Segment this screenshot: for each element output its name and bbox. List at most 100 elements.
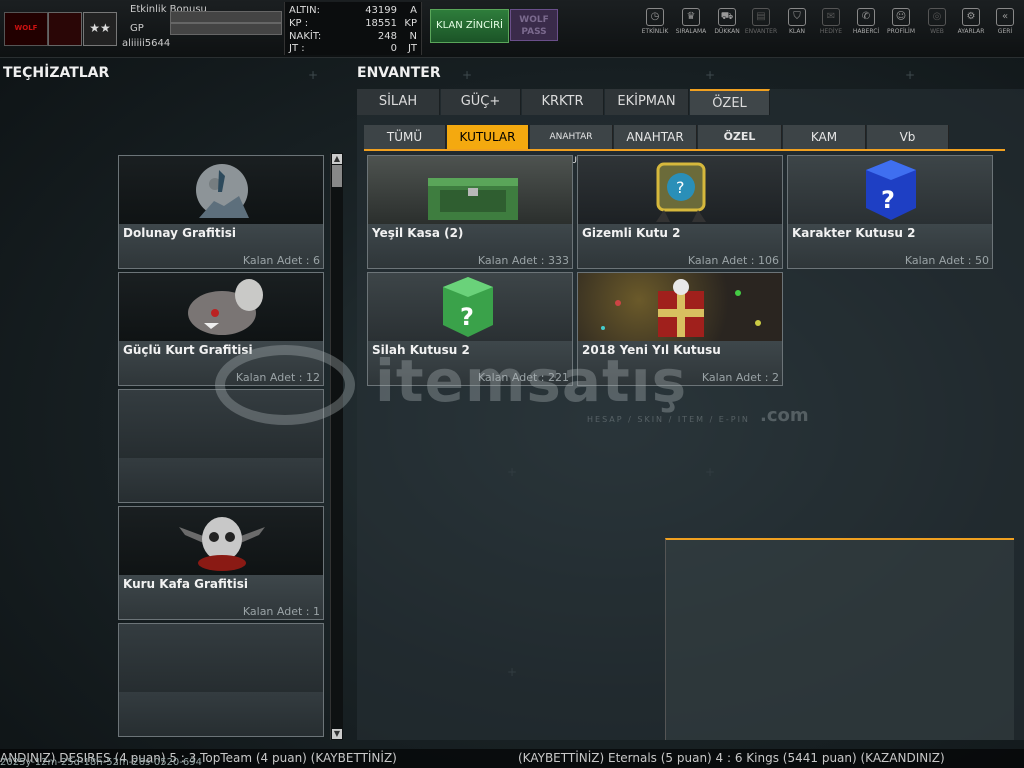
currency-value: 18551 (365, 18, 397, 29)
decor-plus: + (905, 68, 916, 82)
watermark-logo: itemsatış .com HESAP / SKIN / ITEM / E-P… (215, 345, 815, 435)
subtab-kutular[interactable]: KUTULAR (447, 125, 529, 149)
decor-plus: + (308, 68, 319, 82)
equipment-scrollbar[interactable]: ▲ ▼ (330, 153, 343, 740)
currency-value: 0 (390, 43, 397, 54)
equipment-card-empty[interactable] (118, 623, 324, 737)
subtab-tumu[interactable]: TÜMÜ (364, 125, 446, 149)
scroll-up-icon[interactable]: ▲ (332, 154, 342, 164)
scroll-thumb[interactable] (332, 165, 342, 187)
tab-silah[interactable]: SİLAH (357, 89, 440, 115)
currency-panel: ALTIN: 43199 A KP : 18551 KP NAKİT: 248 … (284, 2, 422, 55)
nav-label: ENVANTER (744, 28, 778, 35)
nav-label: DÜKKAN (714, 28, 740, 35)
wolf-graffiti-image (188, 279, 263, 335)
nav-dukkan[interactable]: ⛟ DÜKKAN (710, 8, 744, 35)
currency-unit: JT (407, 43, 417, 54)
nav-etkinlik[interactable]: ◷ ETKİNLİK (638, 8, 672, 35)
gp-bar (170, 23, 282, 35)
watermark-tld: .com (760, 405, 809, 426)
nav-klan[interactable]: ⛉ KLAN (780, 8, 814, 35)
megaphone-icon: ✆ (857, 8, 875, 26)
currency-value: 248 (377, 31, 397, 42)
cart-icon: ⛟ (718, 8, 736, 26)
equipment-card[interactable]: Kuru Kafa Grafitisi Kalan Adet : 1 (118, 506, 324, 620)
svg-text:?: ? (460, 303, 474, 331)
currency-label: KP : (289, 18, 309, 29)
game-logo: WOLF (4, 12, 48, 46)
nav-label: KLAN (788, 28, 805, 35)
nav-siralama[interactable]: ♛ SIRALAMA (674, 8, 708, 35)
scroll-down-icon[interactable]: ▼ (332, 729, 342, 739)
watermark-tagline: HESAP / SKIN / ITEM / E-PIN (587, 415, 750, 424)
nav-label: WEB (930, 28, 944, 35)
graffiti-preview (119, 156, 323, 224)
nav-hediye[interactable]: ✉ HEDİYE (814, 8, 848, 35)
nav-haberci[interactable]: ✆ HABERCİ (849, 8, 883, 35)
shield-icon: ⛉ (788, 8, 806, 26)
gp-label: GP (130, 23, 144, 34)
nav-web[interactable]: ◎ WEB (920, 8, 954, 35)
wolf-pass-button[interactable]: WOLF PASS (510, 9, 558, 41)
username: aliiiii5644 (122, 38, 171, 49)
card-footer (119, 458, 323, 502)
nav-ayarlar[interactable]: ⚙ AYARLAR (954, 8, 988, 35)
decor-plus: + (705, 68, 716, 82)
item-name: Karakter Kutusu 2 (792, 226, 916, 240)
subtab-underline (364, 149, 1005, 151)
medal-icon: ♛ (682, 8, 700, 26)
item-detail-panel (665, 538, 1014, 740)
inventory-icon: ▤ (752, 8, 770, 26)
currency-row-altin: ALTIN: 43199 A (287, 5, 419, 18)
nav-label: HABERCİ (852, 28, 880, 35)
tab-guc[interactable]: GÜÇ+ (441, 89, 521, 115)
weapon-box-image: ? (443, 277, 493, 337)
item-preview: ? (368, 273, 572, 341)
character-box-image: ? (866, 160, 916, 220)
gift-icon: ✉ (822, 8, 840, 26)
equipment-card[interactable]: Dolunay Grafitisi Kalan Adet : 6 (118, 155, 324, 269)
item-preview (578, 273, 782, 341)
skull-graffiti-image (179, 517, 265, 571)
nav-label: SIRALAMA (675, 28, 707, 35)
svg-text:?: ? (881, 186, 895, 214)
watermark-brand: itemsatış (375, 347, 688, 415)
nav-label: AYARLAR (957, 28, 985, 35)
klan-zinciri-button[interactable]: KLAN ZİNCİRİ (430, 9, 509, 43)
tab-krktr[interactable]: KRKTR (522, 89, 604, 115)
equipment-title: TEÇHİZATLAR (3, 65, 110, 81)
tab-ekipman[interactable]: EKİPMAN (605, 89, 689, 115)
new-year-gift-image (601, 279, 761, 337)
nav-label: PROFİLİM (886, 28, 916, 35)
globe-icon: ◎ (928, 8, 946, 26)
moon-wolf-image (196, 164, 249, 218)
clan-emblem[interactable] (48, 12, 82, 46)
subtab-ozel-esyalar[interactable]: ÖZEL EŞYALAR (698, 125, 782, 167)
tab-ozel[interactable]: ÖZEL (690, 89, 770, 115)
item-name: Yeşil Kasa (2) (372, 226, 464, 240)
item-count: Kalan Adet : 333 (477, 254, 569, 267)
nav-label: HEDİYE (819, 28, 843, 35)
equipment-count: Kalan Adet : 6 (242, 254, 320, 267)
currency-value: 43199 (365, 5, 397, 16)
subtab-anahtar[interactable]: ANAHTAR (614, 125, 697, 149)
equipment-name: Kuru Kafa Grafitisi (123, 577, 249, 591)
empty-slot (119, 624, 323, 692)
item-card[interactable]: Yeşil Kasa (2) Kalan Adet : 333 (367, 155, 573, 269)
subtab-vb[interactable]: Vb (867, 125, 949, 149)
currency-label: ALTIN: (289, 5, 320, 16)
item-count: Kalan Adet : 50 (904, 254, 989, 267)
svg-text:?: ? (676, 178, 685, 197)
rank-icon: ★★ (83, 12, 117, 46)
mystery-box-image: ? (656, 162, 706, 222)
nav-label: ETKİNLİK (641, 28, 669, 35)
item-card[interactable]: ? Gizemli Kutu 2 Kalan Adet : 106 (577, 155, 783, 269)
subtab-anahtar-kutusu[interactable]: ANAHTAR KUTUSU (530, 125, 613, 166)
item-card[interactable]: ? Karakter Kutusu 2 Kalan Adet : 50 (787, 155, 993, 269)
nav-envanter[interactable]: ▤ ENVANTER (744, 8, 778, 35)
currency-unit: N (409, 31, 417, 42)
currency-unit: KP (404, 18, 417, 29)
nav-geri[interactable]: « GERİ (988, 8, 1022, 35)
subtab-kam[interactable]: KAM (783, 125, 866, 149)
nav-profilim[interactable]: ☺ PROFİLİM (884, 8, 918, 35)
